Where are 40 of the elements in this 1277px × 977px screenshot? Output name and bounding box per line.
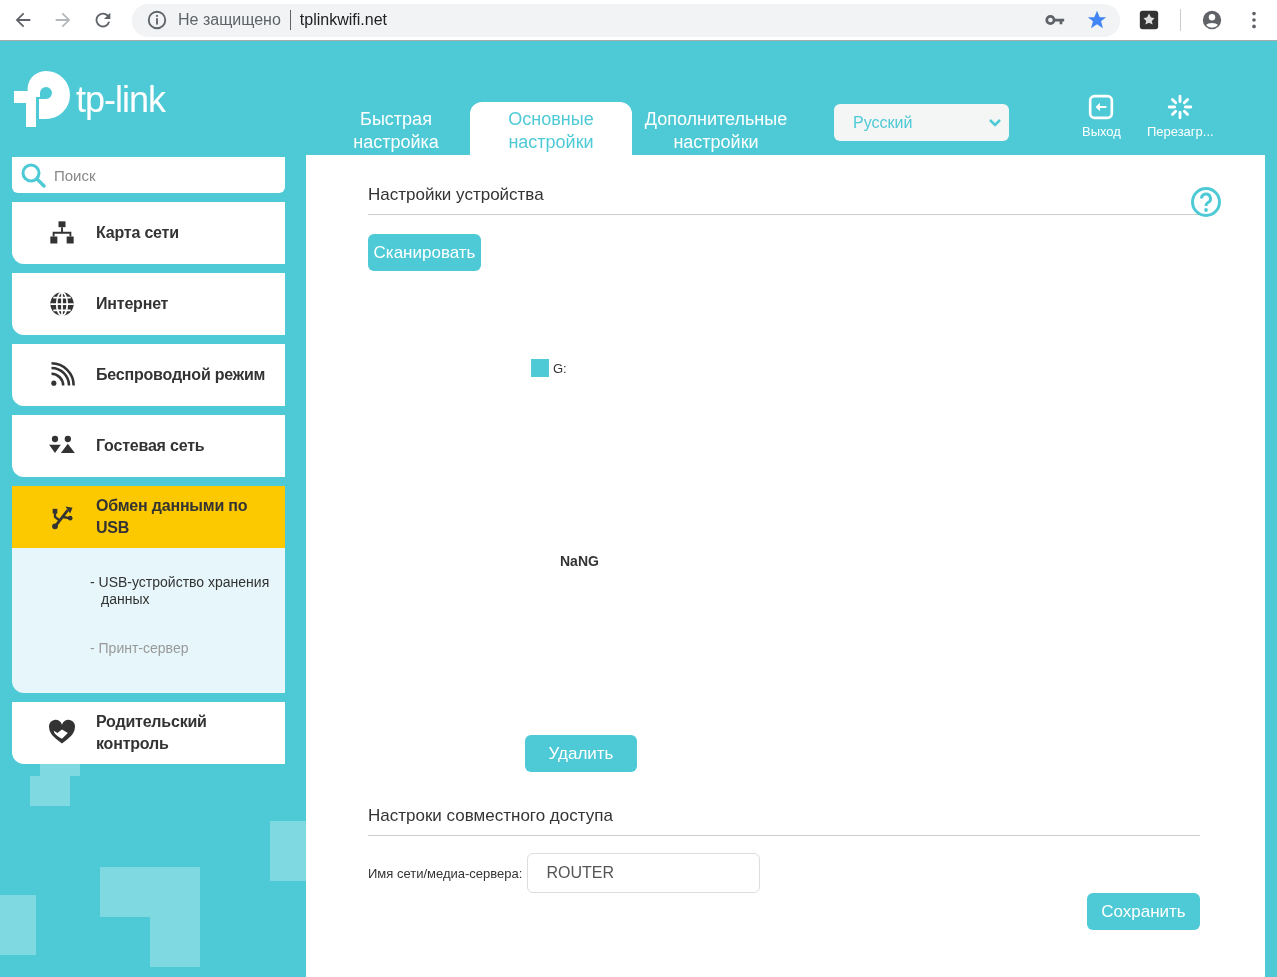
- menu-item[interactable]: Карта сети: [12, 202, 285, 264]
- submenu-link[interactable]: - Принт-сервер: [90, 640, 281, 657]
- save-button[interactable]: Сохранить: [1087, 893, 1200, 930]
- background-shape: [270, 821, 306, 881]
- section-title: Настройки устройства: [368, 185, 1200, 215]
- menu-item[interactable]: Беспроводной режим: [12, 344, 285, 406]
- reboot-button[interactable]: Перезагр...: [1146, 94, 1214, 139]
- delete-button[interactable]: Удалить: [525, 735, 637, 772]
- logo-text: tp-link: [76, 82, 166, 118]
- network-map-icon: [48, 219, 76, 247]
- extension-icon[interactable]: [1138, 9, 1160, 31]
- menu-item[interactable]: Обмен данными по USB: [12, 486, 285, 548]
- legend-label: G:: [553, 360, 567, 376]
- logout-icon: [1088, 94, 1115, 120]
- scan-button[interactable]: Сканировать: [368, 234, 481, 271]
- globe-icon: [48, 290, 76, 318]
- star-icon[interactable]: [1086, 9, 1108, 31]
- submenu-link[interactable]: - USB-устройство хранения данных: [90, 574, 281, 608]
- server-name-field[interactable]: ROUTER: [527, 853, 761, 893]
- spinner-icon: [1167, 94, 1194, 120]
- search-icon: [20, 162, 46, 188]
- nav-tab[interactable]: Быстрая настройка: [322, 102, 470, 155]
- menu-item[interactable]: Гостевая сеть: [12, 415, 285, 477]
- menu-item[interactable]: Родительский контроль: [12, 702, 285, 764]
- section-title: Настроки совместного доступа: [368, 806, 1200, 836]
- address-field[interactable]: tplinkwifi.net: [299, 11, 387, 29]
- security-label: Не защищено: [178, 11, 281, 29]
- field-label: Имя сети/медиа-сервера:: [368, 865, 523, 881]
- account-icon[interactable]: [1201, 9, 1223, 31]
- nav-tab[interactable]: Основные настройки: [470, 102, 632, 155]
- language-dropdown[interactable]: Русский: [834, 104, 1009, 141]
- background-shape: [0, 895, 36, 955]
- capacity-label: NaNG: [560, 553, 600, 569]
- search-field[interactable]: Поиск: [12, 157, 285, 193]
- info-icon[interactable]: [146, 9, 168, 31]
- legend-swatch: [531, 359, 549, 377]
- wireless-icon: [48, 361, 76, 389]
- menu-item[interactable]: Интернет: [12, 273, 285, 335]
- nav-tab[interactable]: Дополнительные настройки: [632, 102, 800, 155]
- logout-button[interactable]: Выход: [1082, 94, 1121, 139]
